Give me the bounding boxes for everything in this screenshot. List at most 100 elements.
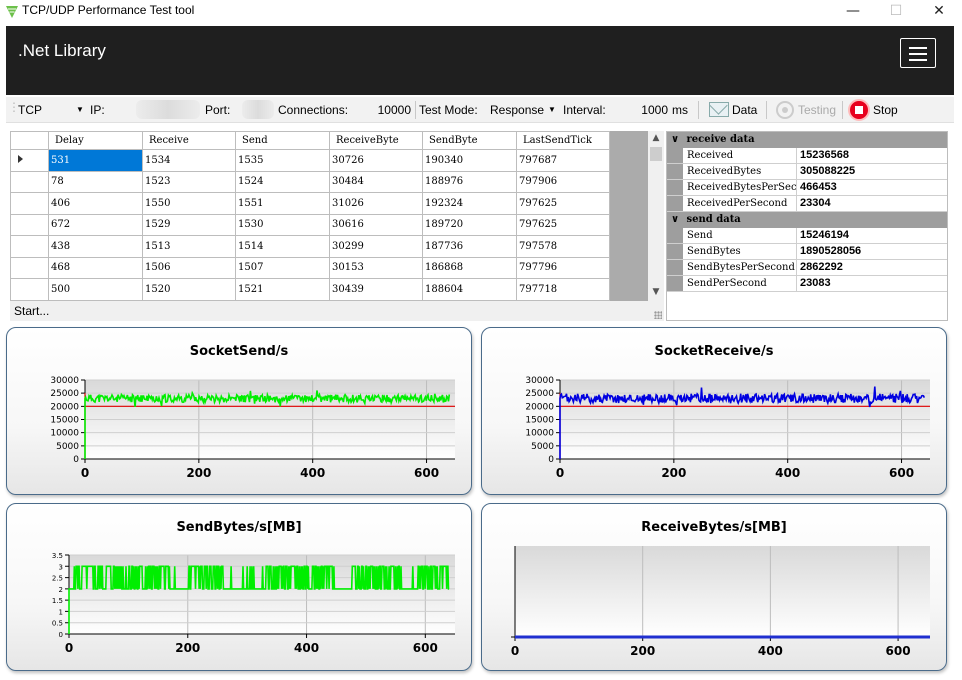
scroll-up-icon[interactable]: ▲ bbox=[648, 133, 664, 143]
row-header[interactable] bbox=[10, 235, 49, 258]
table-row[interactable]: 468 1506 1507 30153 186868 797796 bbox=[10, 256, 610, 279]
table-cell[interactable]: 797906 bbox=[516, 170, 610, 193]
table-cell[interactable]: 188976 bbox=[422, 170, 517, 193]
table-cell[interactable]: 1514 bbox=[235, 235, 330, 258]
table-cell[interactable]: 189720 bbox=[422, 213, 517, 236]
chevron-down-icon[interactable]: ▼ bbox=[548, 105, 556, 114]
table-cell[interactable]: 192324 bbox=[422, 192, 517, 215]
table-cell[interactable]: 797687 bbox=[516, 149, 610, 172]
table-cell[interactable]: 500 bbox=[48, 278, 143, 301]
property-row[interactable]: Received 15236568 bbox=[667, 148, 947, 164]
table-cell[interactable]: 1523 bbox=[142, 170, 236, 193]
category-send[interactable]: ∨ send data bbox=[667, 212, 947, 228]
column-header[interactable]: Receive bbox=[142, 131, 236, 150]
connections-input[interactable]: 10000 bbox=[371, 103, 411, 117]
protocol-select[interactable]: TCP bbox=[18, 103, 42, 117]
table-cell[interactable]: 1529 bbox=[142, 213, 236, 236]
property-value[interactable]: 23083 bbox=[797, 276, 947, 291]
table-cell[interactable]: 438 bbox=[48, 235, 143, 258]
table-cell[interactable]: 30153 bbox=[329, 256, 423, 279]
testing-button[interactable]: Testing bbox=[798, 103, 836, 117]
data-button[interactable]: Data bbox=[732, 103, 757, 117]
connections-grid[interactable]: Delay Receive Send ReceiveByte SendByte … bbox=[10, 131, 664, 301]
column-header[interactable]: SendByte bbox=[422, 131, 517, 150]
property-row[interactable]: ReceivedBytes 305088225 bbox=[667, 164, 947, 180]
test-mode-select[interactable]: Response bbox=[490, 103, 544, 117]
stop-icon[interactable] bbox=[848, 99, 870, 121]
table-cell[interactable]: 30726 bbox=[329, 149, 423, 172]
mail-icon[interactable] bbox=[709, 102, 729, 117]
property-row[interactable]: Send 15246194 bbox=[667, 228, 947, 244]
column-header[interactable]: ReceiveByte bbox=[329, 131, 423, 150]
interval-input[interactable]: 1000 bbox=[638, 103, 668, 117]
property-row[interactable]: SendBytes 1890528056 bbox=[667, 244, 947, 260]
property-value[interactable]: 466453 bbox=[797, 180, 947, 195]
scroll-down-icon[interactable]: ▼ bbox=[648, 287, 664, 297]
row-header[interactable] bbox=[10, 278, 49, 301]
property-value[interactable]: 1890528056 bbox=[797, 244, 947, 259]
column-header[interactable]: Delay bbox=[48, 131, 143, 150]
close-button[interactable]: ✕ bbox=[916, 0, 962, 22]
chevron-down-icon[interactable]: ∨ bbox=[671, 132, 683, 148]
table-cell[interactable]: 406 bbox=[48, 192, 143, 215]
table-row[interactable]: 500 1520 1521 30439 188604 797718 bbox=[10, 278, 610, 301]
property-row[interactable]: ReceivedBytesPerSecond466453 bbox=[667, 180, 947, 196]
table-row[interactable]: 438 1513 1514 30299 187736 797578 bbox=[10, 235, 610, 258]
table-cell[interactable]: 30616 bbox=[329, 213, 423, 236]
table-row[interactable]: 406 1550 1551 31026 192324 797625 bbox=[10, 192, 610, 215]
table-cell[interactable]: 30484 bbox=[329, 170, 423, 193]
scroll-thumb[interactable] bbox=[650, 147, 662, 161]
column-header[interactable]: Send bbox=[235, 131, 330, 150]
table-cell[interactable]: 1550 bbox=[142, 192, 236, 215]
table-cell[interactable]: 1530 bbox=[235, 213, 330, 236]
table-cell[interactable]: 797625 bbox=[516, 192, 610, 215]
property-value[interactable]: 2862292 bbox=[797, 260, 947, 275]
table-cell[interactable]: 1520 bbox=[142, 278, 236, 301]
table-cell[interactable]: 672 bbox=[48, 213, 143, 236]
table-cell[interactable]: 30299 bbox=[329, 235, 423, 258]
table-cell[interactable]: 797625 bbox=[516, 213, 610, 236]
table-cell[interactable]: 531 bbox=[48, 149, 143, 172]
table-row[interactable]: 78 1523 1524 30484 188976 797906 bbox=[10, 170, 610, 193]
property-value[interactable]: 15236568 bbox=[797, 148, 947, 163]
property-row[interactable]: SendPerSecond 23083 bbox=[667, 276, 947, 292]
table-cell[interactable]: 30439 bbox=[329, 278, 423, 301]
property-grid[interactable]: ∨ receive data Received 15236568 Received… bbox=[666, 131, 948, 321]
row-header[interactable] bbox=[10, 149, 49, 172]
row-header[interactable] bbox=[10, 170, 49, 193]
category-receive[interactable]: ∨ receive data bbox=[667, 132, 947, 148]
property-value[interactable]: 23304 bbox=[797, 196, 947, 211]
row-header[interactable] bbox=[10, 213, 49, 236]
table-cell[interactable]: 186868 bbox=[422, 256, 517, 279]
table-cell[interactable]: 797796 bbox=[516, 256, 610, 279]
table-cell[interactable]: 797578 bbox=[516, 235, 610, 258]
table-cell[interactable]: 468 bbox=[48, 256, 143, 279]
chevron-down-icon[interactable]: ∨ bbox=[671, 212, 683, 228]
chevron-down-icon[interactable]: ▼ bbox=[76, 105, 84, 114]
table-cell[interactable]: 190340 bbox=[422, 149, 517, 172]
minimize-button[interactable]: — bbox=[830, 0, 876, 22]
table-cell[interactable]: 797718 bbox=[516, 278, 610, 301]
table-cell[interactable]: 1506 bbox=[142, 256, 236, 279]
table-cell[interactable]: 1513 bbox=[142, 235, 236, 258]
maximize-button[interactable]: ☐ bbox=[873, 0, 919, 22]
table-cell[interactable]: 78 bbox=[48, 170, 143, 193]
resize-grip-icon[interactable] bbox=[654, 311, 662, 319]
property-value[interactable]: 305088225 bbox=[797, 164, 947, 179]
stop-button[interactable]: Stop bbox=[873, 103, 898, 117]
table-cell[interactable]: 1524 bbox=[235, 170, 330, 193]
property-value[interactable]: 15246194 bbox=[797, 228, 947, 243]
table-cell[interactable]: 1507 bbox=[235, 256, 330, 279]
table-row[interactable]: 672 1529 1530 30616 189720 797625 bbox=[10, 213, 610, 236]
menu-icon[interactable] bbox=[900, 38, 936, 68]
row-header[interactable] bbox=[10, 256, 49, 279]
table-cell[interactable]: 1534 bbox=[142, 149, 236, 172]
table-row[interactable]: 531 1534 1535 30726 190340 797687 bbox=[10, 149, 610, 172]
grid-scrollbar[interactable]: ▲ ▼ bbox=[648, 131, 664, 301]
property-row[interactable]: SendBytesPerSecond 2862292 bbox=[667, 260, 947, 276]
testing-icon[interactable] bbox=[776, 101, 794, 119]
port-input[interactable] bbox=[242, 100, 274, 119]
ip-input[interactable] bbox=[136, 100, 200, 119]
property-row[interactable]: ReceivedPerSecond 23304 bbox=[667, 196, 947, 212]
column-header[interactable]: LastSendTick bbox=[516, 131, 610, 150]
